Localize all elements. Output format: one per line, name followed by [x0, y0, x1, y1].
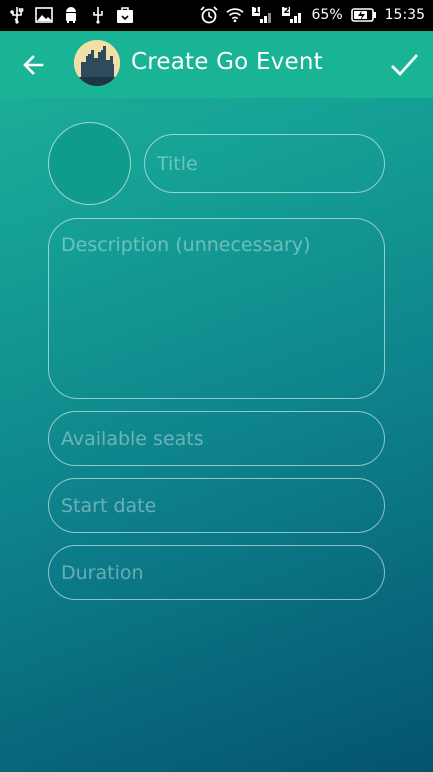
- description-input[interactable]: [48, 218, 385, 399]
- sim1-label: 1: [253, 6, 260, 16]
- arrow-left-icon: [23, 55, 44, 75]
- status-bar: 1 2 65% 15:35: [0, 0, 433, 31]
- android-debug-icon: [62, 6, 80, 24]
- sim2-label: 2: [283, 6, 290, 16]
- city-logo-icon: [74, 40, 120, 86]
- event-image-picker[interactable]: [48, 122, 131, 205]
- shopping-bag-icon: [116, 6, 134, 24]
- notification-icons: [8, 6, 134, 24]
- usb-icon: [8, 6, 26, 24]
- page-title: Create Go Event: [131, 49, 323, 75]
- duration-input[interactable]: [48, 545, 385, 600]
- check-icon: [391, 54, 419, 77]
- wifi-icon: [225, 6, 244, 24]
- app-bar: Create Go Event: [0, 31, 433, 98]
- signal-sim1-icon: 1: [251, 6, 274, 24]
- back-button[interactable]: [18, 51, 48, 79]
- signal-sim2-icon: 2: [281, 6, 304, 24]
- start-date-input[interactable]: [48, 478, 385, 533]
- battery-percent: 65%: [311, 7, 343, 23]
- image-icon: [35, 6, 53, 24]
- usb-icon-2: [89, 6, 107, 24]
- clock: 15:35: [384, 7, 425, 23]
- confirm-button[interactable]: [388, 51, 420, 79]
- title-input[interactable]: [144, 134, 385, 193]
- system-icons: 1 2 65% 15:35: [199, 6, 425, 24]
- available-seats-input[interactable]: [48, 411, 385, 466]
- battery-charging-icon: [350, 6, 377, 24]
- alarm-icon: [199, 6, 218, 24]
